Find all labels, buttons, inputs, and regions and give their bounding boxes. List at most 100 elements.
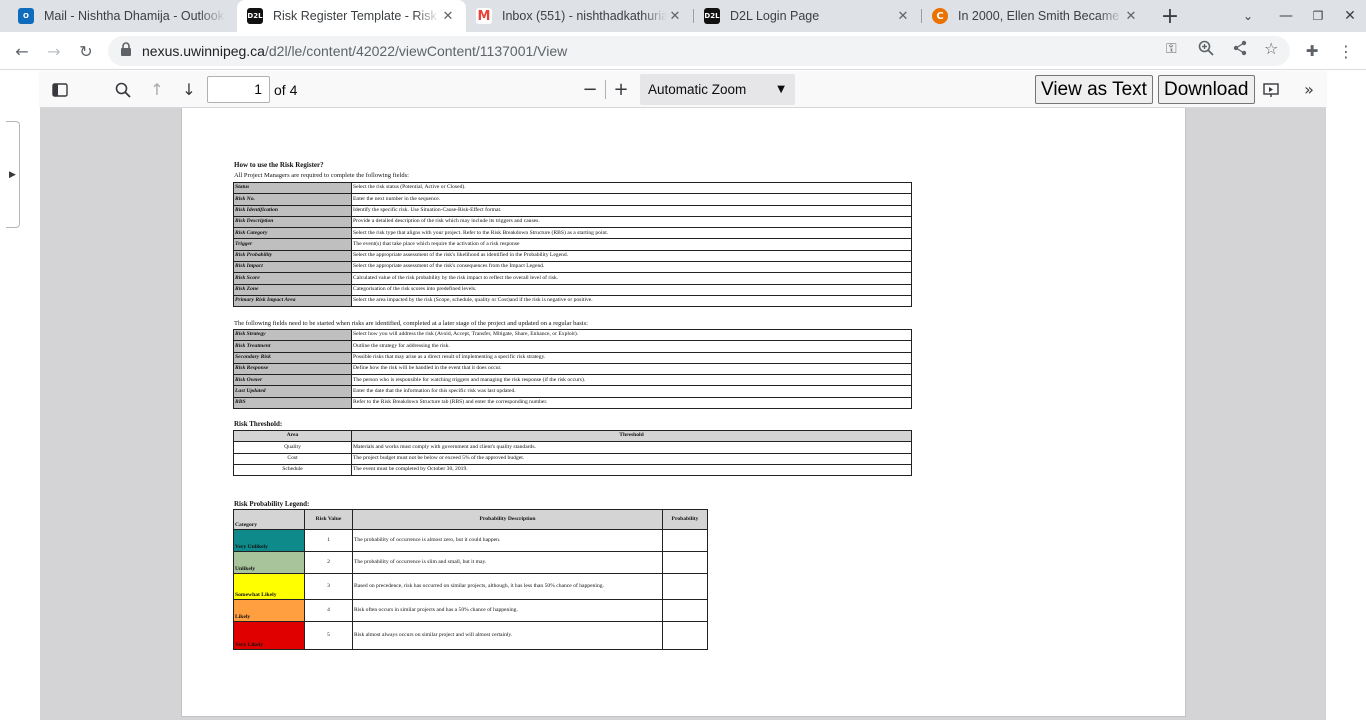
later-field-row: Risk Strategy Select how you will address… — [233, 328, 912, 342]
field-description: Calculated value of the risk probability… — [351, 272, 912, 285]
prob-row: Very Unlikely 1 The probability of occurre… — [233, 529, 708, 552]
intro-heading: How to use the Risk Register? — [234, 161, 324, 169]
field-name: Risk No. — [233, 193, 352, 206]
fields-table: Status Select the risk status (Potential,… — [233, 181, 912, 308]
next-page-arrow-icon[interactable]: ↓ — [177, 77, 201, 102]
zoom-select[interactable]: Automatic Zoom ▼ — [640, 74, 795, 105]
field-name: Secondary Risk — [233, 351, 352, 364]
tab-chegg[interactable]: C In 2000, Ellen Smith Became A ✕ — [922, 0, 1149, 32]
field-name: Risk Impact — [233, 261, 352, 274]
threshold-area: Cost — [233, 452, 352, 465]
field-name: Risk Probability — [233, 249, 352, 263]
pdf-viewer[interactable]: How to use the Risk Register? All Projec… — [40, 108, 1326, 720]
field-row: Status Select the risk status (Potential,… — [233, 181, 912, 195]
tab-risk-register[interactable]: D2L Risk Register Template - Risk Manage… — [237, 0, 466, 32]
field-row: Risk Score Calculated value of the risk p… — [233, 272, 912, 285]
address-bar[interactable]: nexus.uwinnipeg.ca/d2l/le/content/42022/… — [108, 36, 1290, 66]
threshold-text: Materials and works must comply with gov… — [351, 441, 912, 454]
field-name: Risk Owner — [233, 374, 352, 387]
field-name: Risk Strategy — [233, 328, 352, 342]
previous-page-arrow-icon[interactable]: ↑ — [145, 77, 169, 102]
download-button[interactable]: Download — [1158, 75, 1255, 104]
chevron-right-icon: ▶ — [9, 169, 16, 179]
close-icon[interactable]: ✕ — [667, 8, 683, 24]
page-count: of 4 — [274, 82, 298, 98]
toggle-sidebar-icon[interactable] — [48, 77, 72, 102]
zoom-in-icon[interactable]: + — [609, 77, 633, 102]
field-row: Risk Description Provide a detailed descr… — [233, 215, 912, 229]
field-description: Outline the strategy for addressing the … — [351, 340, 912, 353]
pdf-page: How to use the Risk Register? All Projec… — [182, 108, 1185, 716]
restore-icon[interactable]: ❐ — [1306, 0, 1330, 32]
lock-icon — [120, 42, 132, 59]
close-window-icon[interactable]: ✕ — [1338, 0, 1362, 32]
share-icon[interactable] — [1232, 40, 1248, 61]
sidebar-expand-handle[interactable]: ▶ — [6, 121, 20, 228]
field-description: Select the appropriate assessment of the… — [351, 261, 912, 274]
close-icon[interactable]: ✕ — [440, 8, 456, 24]
browser-toolbar: ← → ↻ nexus.uwinnipeg.ca/d2l/le/content/… — [0, 32, 1366, 70]
field-description: Select the area impacted by the risk (Sc… — [351, 294, 912, 308]
zoom-icon[interactable] — [1198, 40, 1214, 61]
prob-description: Risk often occurs in similar projects an… — [352, 599, 663, 622]
zoom-out-icon[interactable]: − — [578, 77, 602, 102]
tab-d2l-login[interactable]: D2L D2L Login Page ✕ — [694, 0, 921, 32]
key-icon[interactable]: ⚿ — [1166, 41, 1177, 57]
prob-probability-cell — [662, 621, 708, 650]
later-field-row: Last Updated Enter the date that the info… — [233, 385, 912, 398]
field-row: Risk Zone Categorisation of the risk scor… — [233, 283, 912, 296]
close-icon[interactable]: ✕ — [895, 8, 911, 24]
forward-arrow-icon[interactable]: → — [42, 39, 66, 63]
presentation-mode-icon[interactable] — [1259, 77, 1283, 102]
field-row: Risk No. Enter the next number in the seq… — [233, 193, 912, 206]
field-row: Risk Probability Select the appropriate a… — [233, 249, 912, 263]
new-tab-button[interactable]: + — [1156, 0, 1184, 32]
tab-search-chevron-icon[interactable]: ⌄ — [1236, 0, 1260, 32]
field-name: Risk Zone — [233, 283, 352, 296]
tab-gmail[interactable]: M Inbox (551) - nishthadkathuria ✕ — [466, 0, 693, 32]
close-icon[interactable]: ✕ — [1123, 8, 1139, 24]
bookmark-star-icon[interactable]: ☆ — [1264, 39, 1278, 58]
prob-row: Unlikely 2 The probability of occurrence i… — [233, 551, 708, 574]
field-name: Risk Identification — [233, 204, 352, 217]
threshold-header-threshold: Threshold — [351, 429, 912, 443]
prob-header-prob: Probability — [662, 509, 708, 530]
field-row: Primary Risk Impact Area Select the area … — [233, 294, 912, 308]
field-description: Provide a detailed description of the ri… — [351, 215, 912, 229]
page-number-input[interactable]: 1 — [207, 76, 270, 103]
pdf-toolbar: ↑ ↓ 1 of 4 − + Automatic Zoom ▼ View as T… — [40, 71, 1326, 108]
prob-probability-cell — [662, 599, 708, 622]
field-row: Risk Impact Select the appropriate assess… — [233, 261, 912, 274]
menu-kebab-icon[interactable]: ⋮ — [1334, 39, 1358, 63]
reload-icon[interactable]: ↻ — [74, 39, 98, 63]
prob-description: Based on precedence, risk has occurred o… — [352, 573, 663, 600]
prob-value: 2 — [304, 551, 353, 574]
prob-row: Likely 4 Risk often occurs in similar proj… — [233, 599, 708, 622]
later-field-row: Risk Response Define how the risk will be… — [233, 362, 912, 376]
prob-header-row: Category Risk Value Probability Descript… — [233, 509, 708, 530]
threshold-header-row: Area Threshold — [233, 429, 912, 443]
field-description: Select the appropriate assessment of the… — [351, 249, 912, 263]
toolbar-separator — [605, 80, 606, 99]
prob-description: The probability of occurrence is slim an… — [352, 551, 663, 574]
right-gutter — [1326, 71, 1366, 720]
view-as-text-button[interactable]: View as Text — [1035, 75, 1153, 104]
back-arrow-icon[interactable]: ← — [10, 39, 34, 63]
tools-chevron-icon[interactable]: » — [1297, 77, 1321, 102]
minimize-icon[interactable]: — — [1274, 0, 1298, 32]
field-name: Risk Description — [233, 215, 352, 229]
prob-value: 4 — [304, 599, 353, 622]
later-field-row: Risk Owner The person who is responsible … — [233, 374, 912, 387]
prob-header-value: Risk Value — [304, 509, 353, 530]
tab-outlook[interactable]: O Mail - Nishtha Dhamija - Outlook — [8, 0, 236, 32]
extensions-puzzle-icon[interactable]: ✚ — [1300, 39, 1324, 63]
prob-heading: Risk Probability Legend: — [234, 500, 310, 508]
field-description: Select how you will address the risk (Av… — [351, 328, 912, 342]
prob-probability-cell — [662, 573, 708, 600]
find-search-icon[interactable] — [111, 77, 135, 102]
prob-value: 1 — [304, 529, 353, 552]
field-row: Trigger The event(s) that take place whic… — [233, 238, 912, 251]
threshold-area: Schedule — [233, 463, 352, 477]
tab-title: Inbox (551) - nishthadkathuria — [502, 9, 667, 23]
field-row: Risk Identification Identify the specific… — [233, 204, 912, 217]
